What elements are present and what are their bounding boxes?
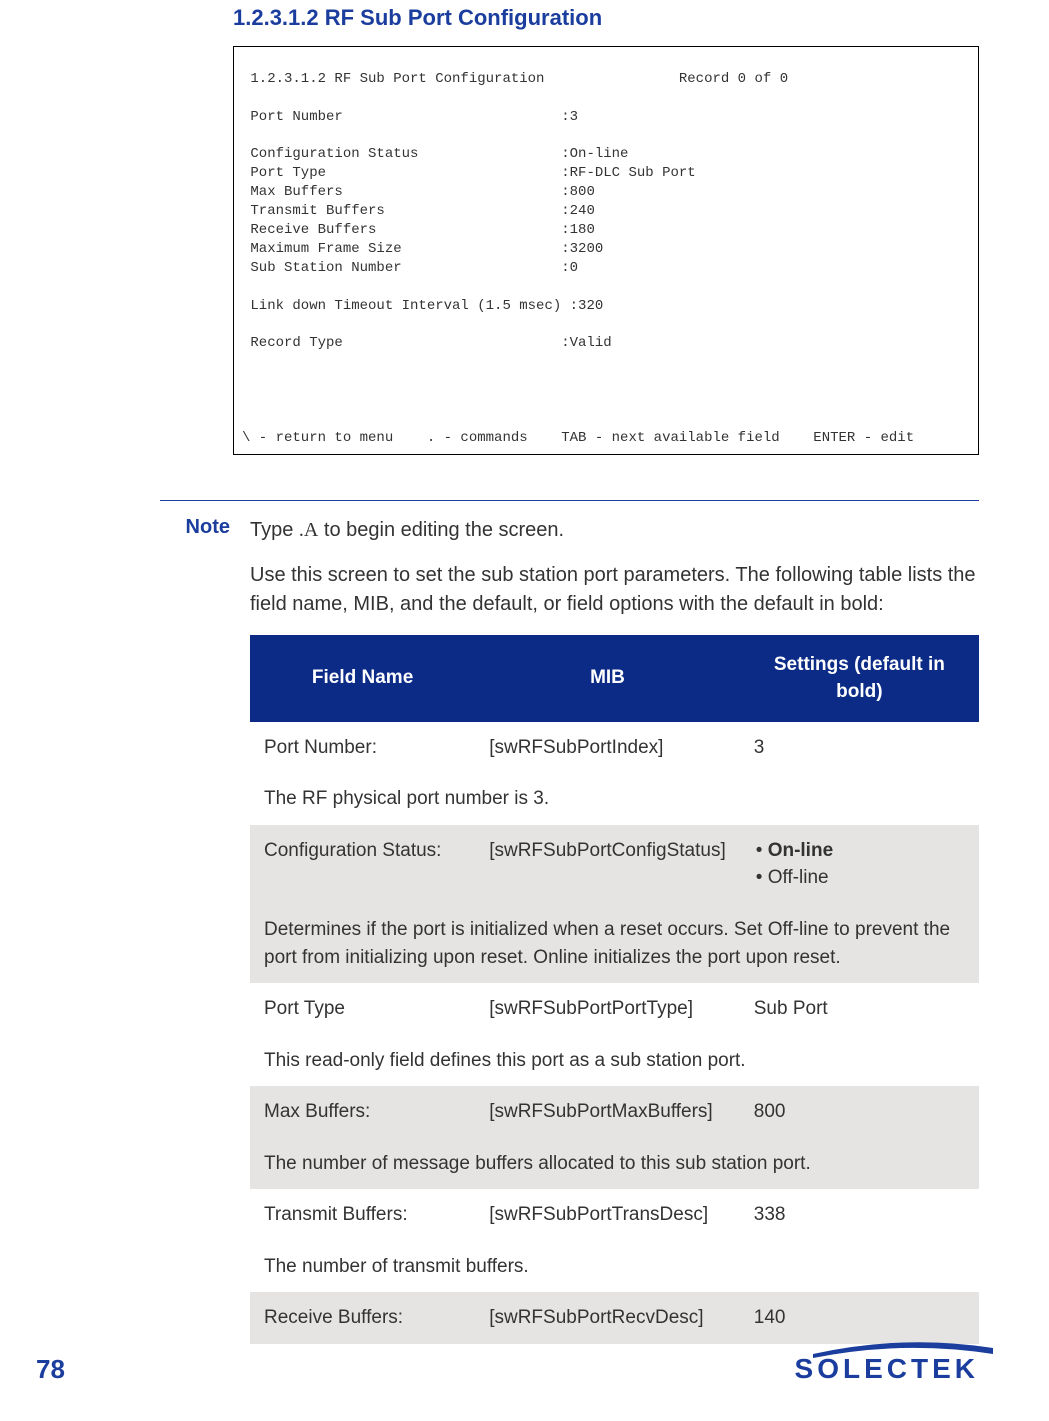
cell-description: Determines if the port is initialized wh… [250, 904, 979, 983]
terminal-tx-buffers: Transmit Buffers :240 [242, 203, 595, 219]
cell-field-name: Transmit Buffers: [250, 1189, 475, 1241]
table-row: Port Type[swRFSubPortPortType]Sub Port [250, 983, 979, 1035]
cell-mib: [swRFSubPortMaxBuffers] [475, 1086, 740, 1138]
terminal-title-line: 1.2.3.1.2 RF Sub Port Configuration Reco… [242, 71, 788, 87]
parameter-table: Field Name MIB Settings (default in bold… [250, 635, 979, 1344]
section-heading: 1.2.3.1.2 RF Sub Port Configuration [233, 5, 979, 31]
table-row-desc: The number of transmit buffers. [250, 1241, 979, 1293]
cell-description: The number of message buffers allocated … [250, 1138, 979, 1190]
table-row: Receive Buffers:[swRFSubPortRecvDesc]140 [250, 1292, 979, 1344]
cell-field-name: Configuration Status: [250, 825, 475, 904]
header-settings: Settings (default in bold) [740, 635, 979, 722]
terminal-sub-station: Sub Station Number :0 [242, 260, 578, 276]
note-command: .A [299, 519, 318, 541]
cell-description: This read-only field defines this port a… [250, 1035, 979, 1087]
terminal-max-frame: Maximum Frame Size :3200 [242, 241, 603, 257]
cell-settings: 3 [740, 722, 979, 774]
terminal-rx-buffers: Receive Buffers :180 [242, 222, 595, 238]
note-paragraph-1: Type .A to begin editing the screen. [250, 516, 979, 545]
terminal-max-buffers: Max Buffers :800 [242, 184, 595, 200]
cell-settings: 140 [740, 1292, 979, 1344]
cell-settings: Sub Port [740, 983, 979, 1035]
cell-mib: [swRFSubPortRecvDesc] [475, 1292, 740, 1344]
cell-settings: On-lineOff-line [740, 825, 979, 904]
note-body: Type .A to begin editing the screen. Use… [250, 516, 979, 1344]
table-row: Configuration Status:[swRFSubPortConfigS… [250, 825, 979, 904]
table-row-desc: The RF physical port number is 3. [250, 773, 979, 825]
header-field-name: Field Name [250, 635, 475, 722]
table-row: Transmit Buffers:[swRFSubPortTransDesc]3… [250, 1189, 979, 1241]
table-row: Max Buffers:[swRFSubPortMaxBuffers]800 [250, 1086, 979, 1138]
cell-field-name: Port Number: [250, 722, 475, 774]
terminal-config-status: Configuration Status :On-line [242, 146, 628, 162]
cell-mib: [swRFSubPortConfigStatus] [475, 825, 740, 904]
settings-option: Off-line [756, 864, 965, 892]
page-number: 78 [36, 1354, 65, 1385]
solectek-logo: SOLECTEK [795, 1353, 979, 1385]
terminal-port-number: Port Number :3 [242, 109, 578, 125]
table-row-desc: Determines if the port is initialized wh… [250, 904, 979, 983]
cell-field-name: Max Buffers: [250, 1086, 475, 1138]
cell-description: The RF physical port number is 3. [250, 773, 979, 825]
table-body: Port Number:[swRFSubPortIndex]3The RF ph… [250, 722, 979, 1344]
cell-field-name: Receive Buffers: [250, 1292, 475, 1344]
cell-settings: 800 [740, 1086, 979, 1138]
terminal-nav-line: \ - return to menu . - commands TAB - ne… [242, 430, 914, 446]
cell-mib: [swRFSubPortIndex] [475, 722, 740, 774]
table-header-row: Field Name MIB Settings (default in bold… [250, 635, 979, 722]
header-mib: MIB [475, 635, 740, 722]
cell-mib: [swRFSubPortPortType] [475, 983, 740, 1035]
terminal-screen: 1.2.3.1.2 RF Sub Port Configuration Reco… [233, 46, 979, 455]
cell-field-name: Port Type [250, 983, 475, 1035]
cell-settings: 338 [740, 1189, 979, 1241]
logo-swoosh-icon [813, 1340, 993, 1358]
terminal-record-type: Record Type :Valid [242, 335, 612, 351]
note-paragraph-2: Use this screen to set the sub station p… [250, 561, 979, 619]
terminal-link-down: Link down Timeout Interval (1.5 msec) :3… [242, 298, 603, 314]
note-block: Note Type .A to begin editing the screen… [160, 516, 979, 1344]
cell-mib: [swRFSubPortTransDesc] [475, 1189, 740, 1241]
terminal-port-type: Port Type :RF-DLC Sub Port [242, 165, 696, 181]
note-divider [160, 500, 979, 501]
cell-description: The number of transmit buffers. [250, 1241, 979, 1293]
table-row-desc: The number of message buffers allocated … [250, 1138, 979, 1190]
table-row: Port Number:[swRFSubPortIndex]3 [250, 722, 979, 774]
settings-option: On-line [756, 837, 965, 865]
table-row-desc: This read-only field defines this port a… [250, 1035, 979, 1087]
note-label: Note [160, 516, 230, 1344]
